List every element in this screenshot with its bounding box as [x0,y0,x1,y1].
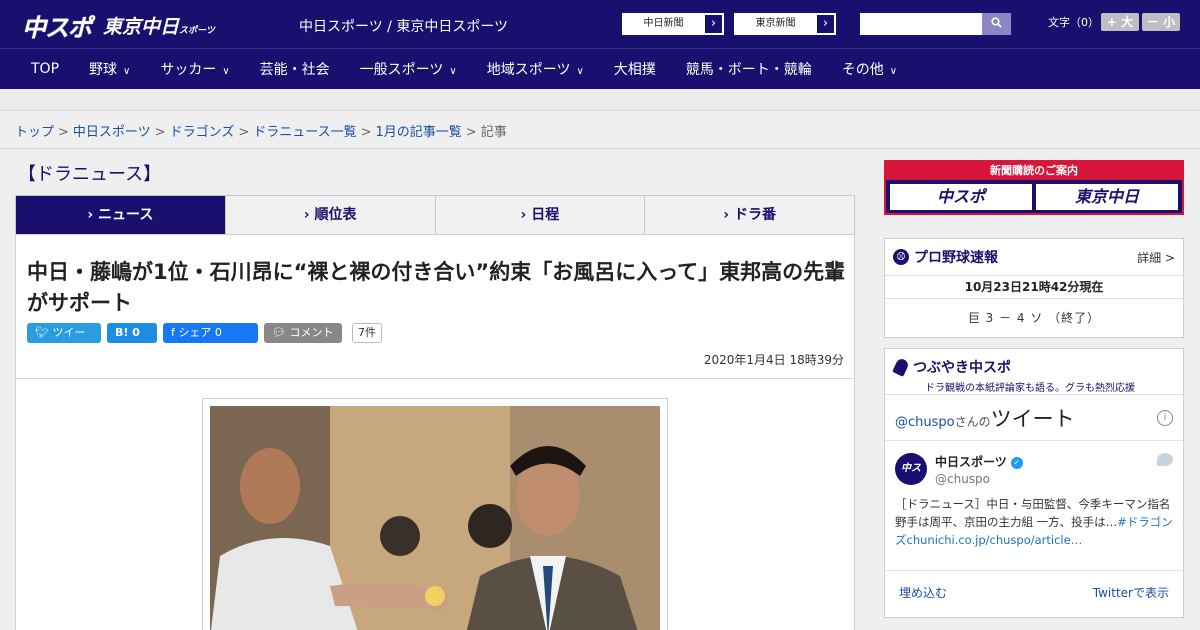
chevron-down-icon: ∨ [576,66,584,77]
nav-item-top[interactable]: TOP [16,61,74,77]
chevron-right-icon: › [704,14,723,34]
tab-standings[interactable]: › 順位表 [226,196,436,234]
timeline-header: @chuspoさんのツイート i [885,395,1183,441]
fontsize-label: 文字（0） [1048,16,1099,29]
tweet-author-name[interactable]: 中日スポーツ ✓ [935,453,1023,470]
tokyo-shimbun-link[interactable]: 東京新聞 › [734,13,836,35]
breadcrumb-link[interactable]: トップ [15,125,54,140]
breadcrumb-link[interactable]: ドラニュース一覧 [253,125,356,140]
article-photo[interactable] [210,406,660,630]
nav-item-baseball[interactable]: 野球 ∨ [74,59,145,79]
tab-news[interactable]: › ニュース [16,196,226,241]
breadcrumb-separator: > [238,125,250,140]
twitter-icon: 🐦︎ [35,326,53,339]
game-score[interactable]: 巨 3 － 4 ソ （終了） [885,299,1183,337]
widget-footer: 埋め込む Twitterで表示 [885,571,1183,615]
nav-item-entertainment[interactable]: 芸能・社会 [245,59,345,79]
chevron-down-icon: ∨ [123,66,131,77]
nav-item-soccer[interactable]: サッカー ∨ [145,59,244,79]
breadcrumb-current: 記事 [480,125,507,140]
comment-icon: 💬︎ [272,326,290,339]
breadcrumb-link[interactable]: 1月の記事一覧 [376,125,462,140]
nav-item-general-sports[interactable]: 一般スポーツ ∨ [345,59,472,79]
chevron-down-icon: ∨ [889,66,898,77]
microphone-icon [892,357,910,377]
article-date: 2020年1月4日 18時39分 [703,353,844,367]
twitter-bird-icon[interactable] [1157,453,1173,466]
search-button[interactable] [982,13,1011,35]
section-tabs: › ニュース › 順位表 › 日程 › ドラ番 [15,195,855,241]
comment-count[interactable]: 7件 [352,323,382,343]
twitter-widget: つぶやき中スポ ドラ観戦の本紙評論家も語る。グラも熱烈応援 @chuspoさんの… [884,348,1184,618]
detail-link[interactable]: 詳細 > [1137,249,1175,266]
breadcrumb-separator: > [465,125,477,140]
widget-subtitle: ドラ観戦の本紙評論家も語る。グラも熱烈応援 [925,383,1135,394]
comment-button[interactable]: 💬︎ コメント [264,323,342,343]
divider [0,148,1200,149]
score-timestamp: 10月23日21時42分現在 [885,275,1183,299]
tweet-text: ［ドラニュース］中日・与田監督、今季キーマン指名 野手は周平、京田の主力組 一方… [895,497,1173,547]
site-logo[interactable]: 中スポ 東京中日スポーツ [22,8,215,43]
baseball-title: ⚾︎ プロ野球速報 [893,247,998,267]
article: 中日・藤嶋が1位・石川昂に“裸と裸の付き合い”約束「お風呂に入って」東邦高の先輩… [15,234,855,630]
breadcrumb-link[interactable]: 中日スポーツ [73,125,151,140]
divider [16,378,854,379]
search-input[interactable] [860,13,982,35]
photo-illustration [210,406,660,630]
font-smaller-button[interactable]: － 小 [1142,13,1180,31]
nav-item-other[interactable]: その他 ∨ [827,59,912,79]
chevron-right-icon: › [816,14,835,34]
site-search [860,13,1011,35]
chuspo-logo[interactable]: 中スポ [22,8,92,43]
chevron-down-icon: ∨ [222,66,230,77]
tab-schedule[interactable]: › 日程 [436,196,646,234]
font-larger-button[interactable]: + 大 [1101,13,1139,31]
breadcrumb: トップ > 中日スポーツ > ドラゴンズ > ドラニュース一覧 >1月の記事一覧 > 記事 [15,121,507,140]
nav-item-regional-sports[interactable]: 地域スポーツ ∨ [472,59,599,79]
chevron-down-icon: ∨ [449,66,457,77]
tweet-item[interactable]: 中ス 中日スポーツ ✓ @chuspo ［ドラニュース］中日・与田監督、今季キーマ… [885,441,1183,571]
search-icon [991,17,1002,28]
site-label: 中日スポーツ / 東京中日スポーツ [299,19,509,35]
breadcrumb-separator: > [154,125,166,140]
view-on-twitter-link[interactable]: Twitterで表示 [1093,571,1169,615]
link-label: 東京新聞 [755,18,796,29]
tweet-button[interactable]: 🐦︎ ツイート [27,323,101,359]
baseball-score-card: ⚾︎ プロ野球速報 詳細 > 10月23日21時42分現在 巨 3 － 4 ソ … [884,238,1184,338]
chunichi-shimbun-link[interactable]: 中日新聞 › [622,13,724,35]
subscription-banner[interactable]: 新聞購読のご案内 中スポ 東京中日 [884,160,1184,215]
baseball-icon: ⚾︎ [893,249,909,265]
sub-nav-strip [0,89,1200,111]
avatar[interactable]: 中ス [895,453,927,485]
article-photo-frame [202,398,668,630]
tokyo-chunichi-logo[interactable]: 東京中日 [1036,184,1178,210]
tokyo-chunichi-logo[interactable]: 東京中日スポーツ [103,12,215,39]
chuspo-logo[interactable]: 中スポ [890,184,1032,210]
nav-item-racing[interactable]: 競馬・ボート・競輪 [671,59,827,79]
verified-icon: ✓ [1010,456,1023,469]
widget-title: つぶやき中スポ [892,357,1173,377]
nav-item-sumo[interactable]: 大相撲 [599,59,671,79]
breadcrumb-separator: > [58,125,69,140]
hatena-bookmark-button[interactable]: B! 0 [107,323,157,343]
section-title: 【ドラニュース】 [18,164,162,185]
header-bar: 中スポ 東京中日スポーツ 中日スポーツ / 東京中日スポーツ 中日新聞 › 東京… [0,0,1200,48]
tweet-author-handle[interactable]: @chuspo [935,472,990,486]
social-buttons: 🐦︎ ツイート B! 0 f シェア 0 💬︎ コメント 7件 [27,323,382,359]
timeline-handle[interactable]: @chuspo [895,415,955,430]
breadcrumb-separator: > [360,125,372,140]
info-icon[interactable]: i [1157,409,1173,426]
facebook-share-button[interactable]: f シェア 0 [163,323,258,343]
banner-title: 新聞購読のご案内 [886,162,1182,180]
link-label: 中日新聞 [643,18,684,29]
main-nav: TOP 野球 ∨ サッカー ∨ 芸能・社会 一般スポーツ ∨ 地域スポーツ ∨ 大相撲 … [0,48,1200,89]
embed-link[interactable]: 埋め込む [899,571,947,615]
tab-beat-reporter[interactable]: › ドラ番 [645,196,854,234]
breadcrumb-link[interactable]: ドラゴンズ [170,125,235,140]
article-headline: 中日・藤嶋が1位・石川昂に“裸と裸の付き合い”約束「お風呂に入って」東邦高の先輩… [27,260,846,315]
